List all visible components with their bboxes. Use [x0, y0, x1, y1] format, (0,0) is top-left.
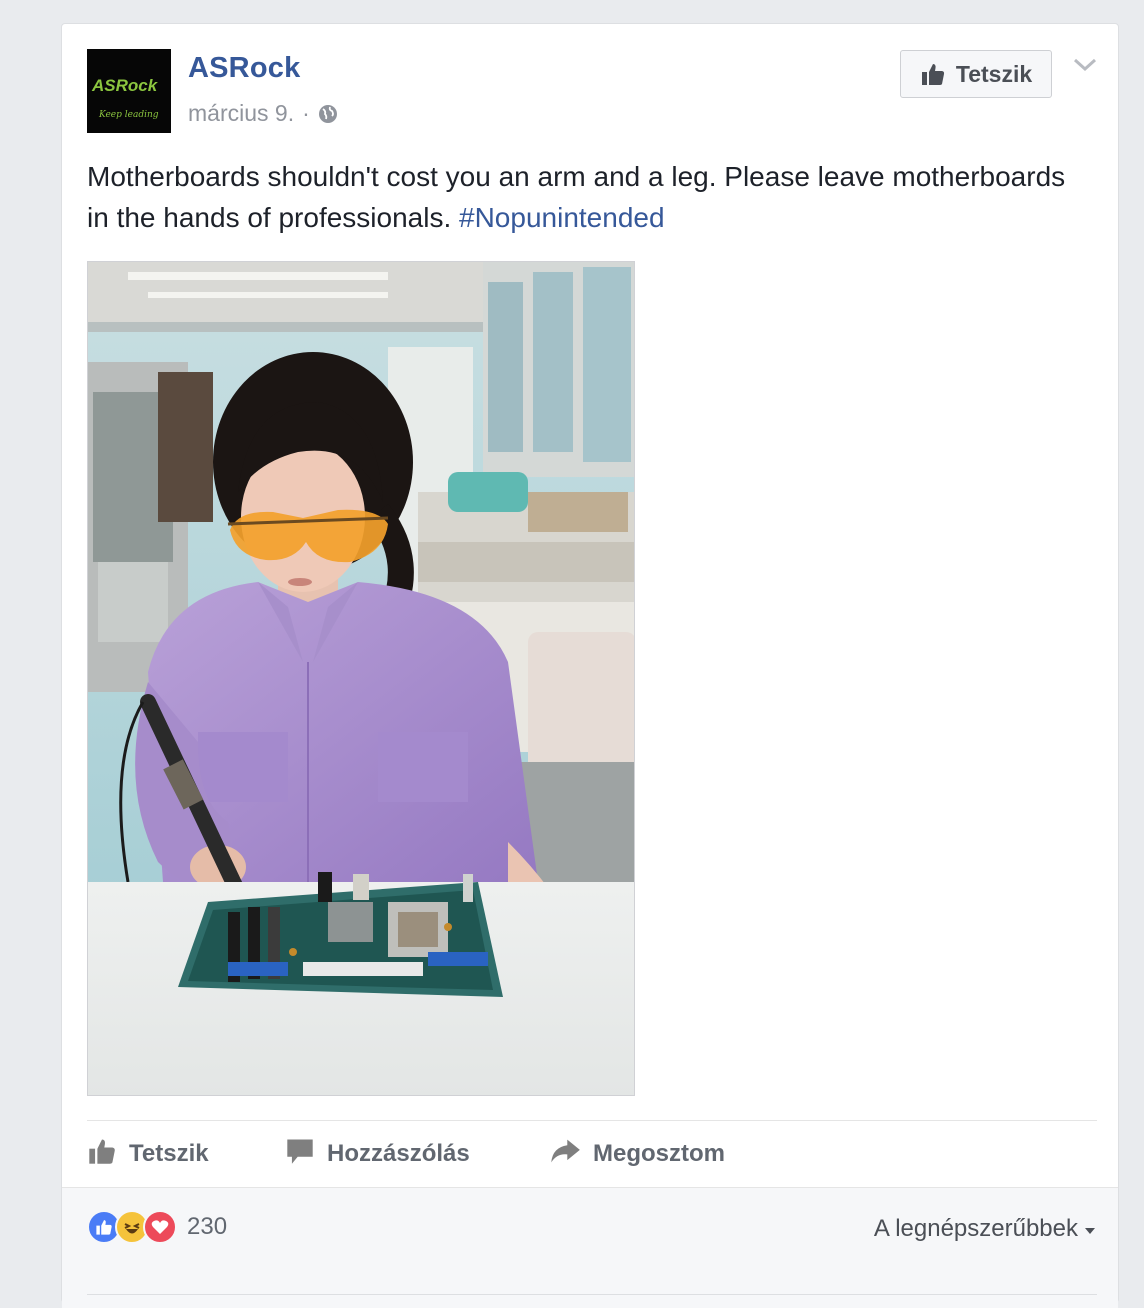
- like-page-label: Tetszik: [955, 60, 1033, 87]
- share-action-button[interactable]: Megosztom: [549, 1132, 725, 1176]
- comment-action-label: Hozzászólás: [327, 1140, 470, 1167]
- svg-text:ASRock: ASRock: [91, 76, 159, 95]
- comment-action-button[interactable]: Hozzászólás: [285, 1132, 470, 1176]
- post-meta: március 9. ·: [188, 100, 339, 127]
- share-arrow-icon: [549, 1136, 581, 1173]
- like-action-button[interactable]: Tetszik: [87, 1132, 209, 1176]
- hashtag-link[interactable]: #Nopunintended: [459, 202, 665, 233]
- thumbs-up-icon: [920, 61, 946, 87]
- meta-separator: ·: [302, 100, 310, 126]
- share-action-label: Megosztom: [593, 1140, 725, 1167]
- globe-icon[interactable]: [317, 103, 339, 125]
- svg-text:Keep leading: Keep leading: [98, 110, 159, 120]
- sort-label: A legnépszerűbbek: [873, 1215, 1078, 1242]
- chevron-down-icon[interactable]: [1072, 54, 1098, 74]
- page-name-link[interactable]: ASRock: [188, 52, 300, 85]
- love-reaction-icon: [143, 1210, 177, 1244]
- comment-sort-dropdown[interactable]: A legnépszerűbbek: [874, 1215, 1096, 1243]
- post-message: Motherboards shouldn't cost you an arm a…: [87, 156, 1087, 238]
- reaction-count: 230: [187, 1213, 228, 1240]
- page-avatar[interactable]: ASRock Keep leading: [87, 49, 171, 133]
- footer-divider: [87, 1294, 1097, 1295]
- like-action-label: Tetszik: [129, 1140, 209, 1167]
- reaction-summary[interactable]: 230: [87, 1210, 227, 1244]
- actions-divider: [87, 1120, 1097, 1121]
- comment-icon: [285, 1136, 315, 1173]
- post-photo[interactable]: [87, 261, 635, 1096]
- like-page-button[interactable]: Tetszik: [900, 50, 1052, 98]
- thumbs-up-icon: [87, 1136, 117, 1173]
- caret-down-icon: [1084, 1215, 1096, 1243]
- post-card: ASRock Keep leading ASRock március 9. · …: [61, 23, 1119, 1308]
- post-footer: 230 A legnépszerűbbek: [62, 1187, 1118, 1308]
- post-date[interactable]: március 9.: [188, 100, 294, 127]
